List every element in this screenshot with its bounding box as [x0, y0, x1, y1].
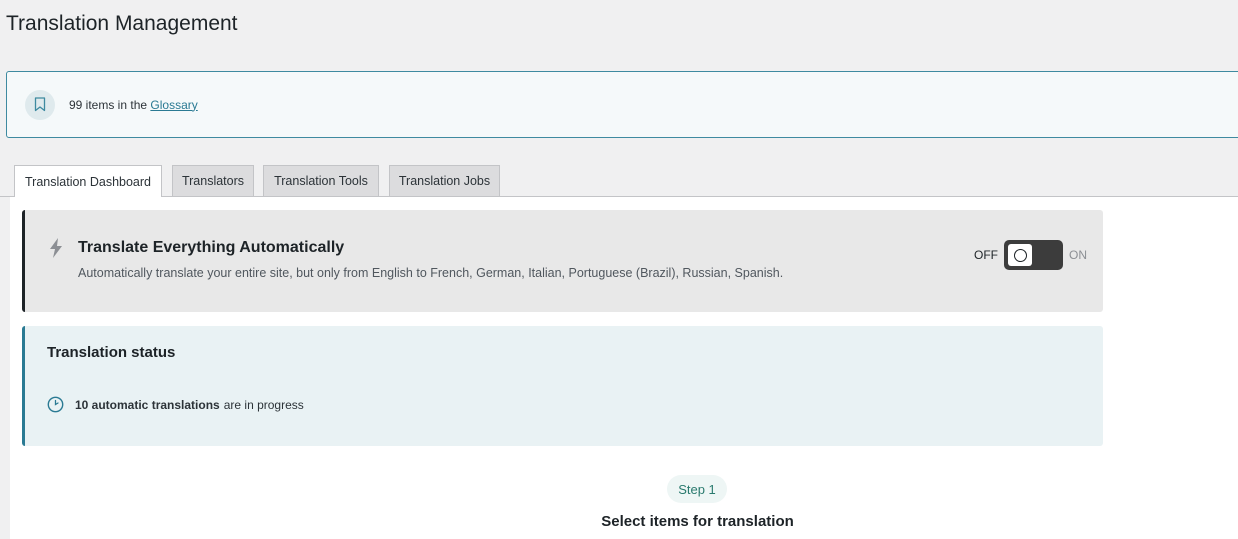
- translation-status-title: Translation status: [47, 344, 176, 361]
- step-title: Select items for translation: [601, 513, 794, 530]
- bookmark-icon: [25, 89, 55, 120]
- translate-everything-description: Automatically translate your entire site…: [78, 266, 784, 280]
- glossary-text: 99 items in the Glossary: [69, 98, 198, 112]
- translate-everything-card: Translate Everything Automatically Autom…: [22, 210, 1103, 312]
- tab-translators[interactable]: Translators: [172, 165, 254, 197]
- page-title: Translation Management: [6, 12, 238, 35]
- translate-everything-title: Translate Everything Automatically: [78, 239, 345, 256]
- translation-status-row: 10 automatic translations are in progres…: [47, 396, 304, 413]
- toggle-knob: [1008, 244, 1032, 266]
- toggle-off-label: OFF: [974, 248, 998, 262]
- tab-translation-tools[interactable]: Translation Tools: [263, 165, 379, 197]
- auto-translate-toggle[interactable]: [1004, 240, 1063, 270]
- translation-count: 10 automatic translations: [75, 397, 220, 412]
- glossary-notice: 99 items in the Glossary: [6, 71, 1238, 138]
- tab-bar: Translation Dashboard Translators Transl…: [0, 165, 1238, 198]
- toggle-on-label: ON: [1069, 248, 1087, 262]
- tab-translation-jobs[interactable]: Translation Jobs: [389, 165, 500, 197]
- toggle-circle-icon: [1013, 248, 1027, 262]
- dashboard-content: Translate Everything Automatically Autom…: [10, 197, 1238, 539]
- tab-translation-dashboard[interactable]: Translation Dashboard: [14, 165, 162, 198]
- step-badge: Step 1: [667, 475, 727, 503]
- glossary-link[interactable]: Glossary: [150, 98, 197, 112]
- glossary-count: 99 items in the: [69, 97, 148, 112]
- auto-translate-toggle-group: OFF ON: [974, 240, 1087, 270]
- progress-circle-icon: [47, 396, 64, 413]
- translation-status-suffix: are in progress: [223, 397, 304, 412]
- translation-status-card: Translation status 10 automatic translat…: [22, 326, 1103, 446]
- lightning-bolt-icon: [49, 238, 63, 263]
